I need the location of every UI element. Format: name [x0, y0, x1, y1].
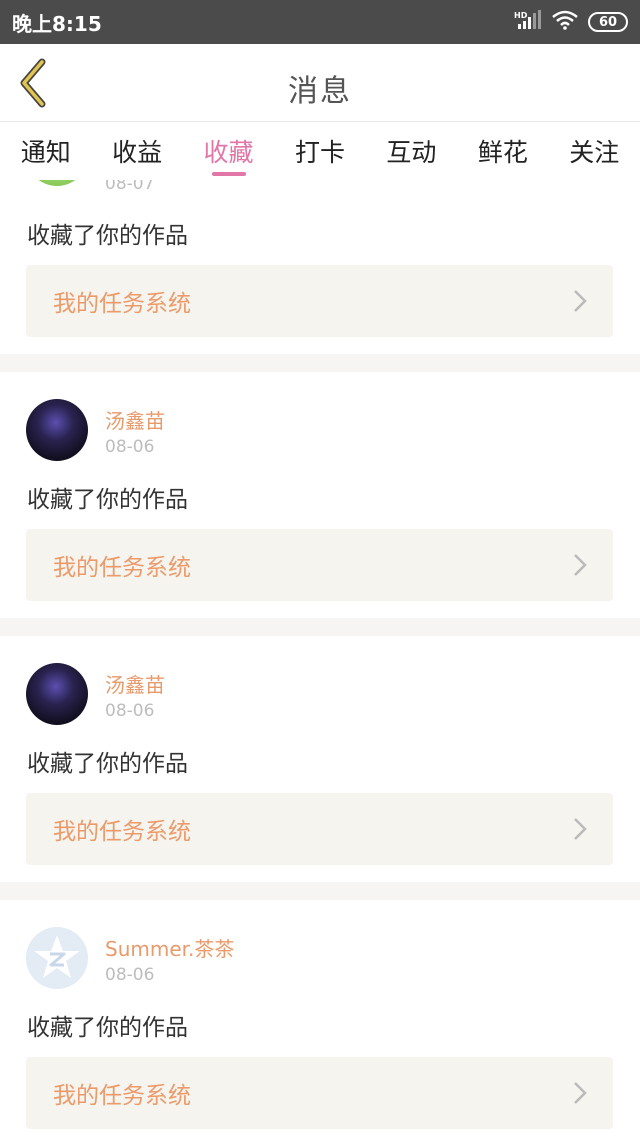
- item-message: 收藏了你的作品: [27, 1015, 188, 1041]
- avatar[interactable]: [26, 927, 88, 989]
- wifi-icon: [552, 10, 578, 34]
- item-message: 收藏了你的作品: [27, 751, 188, 777]
- signal-icon: HD: [514, 10, 542, 34]
- task-link-label: 我的任务系统: [53, 819, 191, 845]
- item-date: 08-07: [105, 180, 155, 194]
- status-time: 晚上8:15: [12, 11, 102, 36]
- item-date: 08-06: [105, 701, 155, 721]
- network-type: HD: [514, 11, 528, 20]
- item-username[interactable]: 汤鑫苗: [105, 669, 165, 698]
- task-link[interactable]: 我的任务系统: [26, 793, 613, 865]
- tab-favorites[interactable]: 收藏: [204, 122, 254, 180]
- status-icons: HD 60: [514, 10, 628, 34]
- page-title: 消息: [288, 74, 352, 109]
- avatar[interactable]: [26, 663, 88, 725]
- task-link[interactable]: 我的任务系统: [26, 1057, 613, 1129]
- chevron-right-icon: [574, 554, 587, 576]
- divider: [0, 618, 640, 636]
- header: 消息: [0, 44, 640, 122]
- item-message: 收藏了你的作品: [27, 487, 188, 513]
- task-link-label: 我的任务系统: [53, 555, 191, 581]
- item-message: 收藏了你的作品: [27, 223, 188, 249]
- message-list: 08-07 收藏了你的作品 我的任务系统 汤鑫苗 08-06 收藏了你的作品 我…: [0, 180, 640, 1138]
- list-item: 汤鑫苗 08-06 收藏了你的作品 我的任务系统: [0, 636, 640, 882]
- tab-earnings[interactable]: 收益: [112, 122, 162, 180]
- chevron-right-icon: [574, 818, 587, 840]
- task-link-label: 我的任务系统: [53, 1083, 191, 1109]
- list-item: Summer.茶茶 08-06 收藏了你的作品 我的任务系统: [0, 900, 640, 1138]
- item-date: 08-06: [105, 437, 155, 457]
- item-username[interactable]: Summer.茶茶: [105, 933, 234, 962]
- battery-icon: 60: [588, 12, 628, 32]
- chevron-right-icon: [574, 1082, 587, 1104]
- item-date: 08-06: [105, 965, 155, 985]
- task-link[interactable]: 我的任务系统: [26, 265, 613, 337]
- tab-follows[interactable]: 关注: [569, 122, 619, 180]
- list-item: 汤鑫苗 08-06 收藏了你的作品 我的任务系统: [0, 372, 640, 618]
- list-item: 08-07 收藏了你的作品 我的任务系统: [0, 180, 640, 354]
- divider: [0, 882, 640, 900]
- qzone-star-icon: [34, 935, 80, 978]
- tab-interactions[interactable]: 互动: [386, 122, 436, 180]
- status-bar: 晚上8:15 HD 60: [0, 0, 640, 44]
- item-username[interactable]: 汤鑫苗: [105, 405, 165, 434]
- tab-flowers[interactable]: 鲜花: [478, 122, 528, 180]
- avatar[interactable]: [26, 399, 88, 461]
- avatar[interactable]: [26, 180, 88, 186]
- tab-checkin[interactable]: 打卡: [295, 122, 345, 180]
- tab-bar: 通知 收益 收藏 打卡 互动 鲜花 关注: [0, 122, 640, 180]
- chevron-right-icon: [574, 290, 587, 312]
- task-link[interactable]: 我的任务系统: [26, 529, 613, 601]
- divider: [0, 354, 640, 372]
- task-link-label: 我的任务系统: [53, 291, 191, 317]
- tab-notifications[interactable]: 通知: [21, 122, 71, 180]
